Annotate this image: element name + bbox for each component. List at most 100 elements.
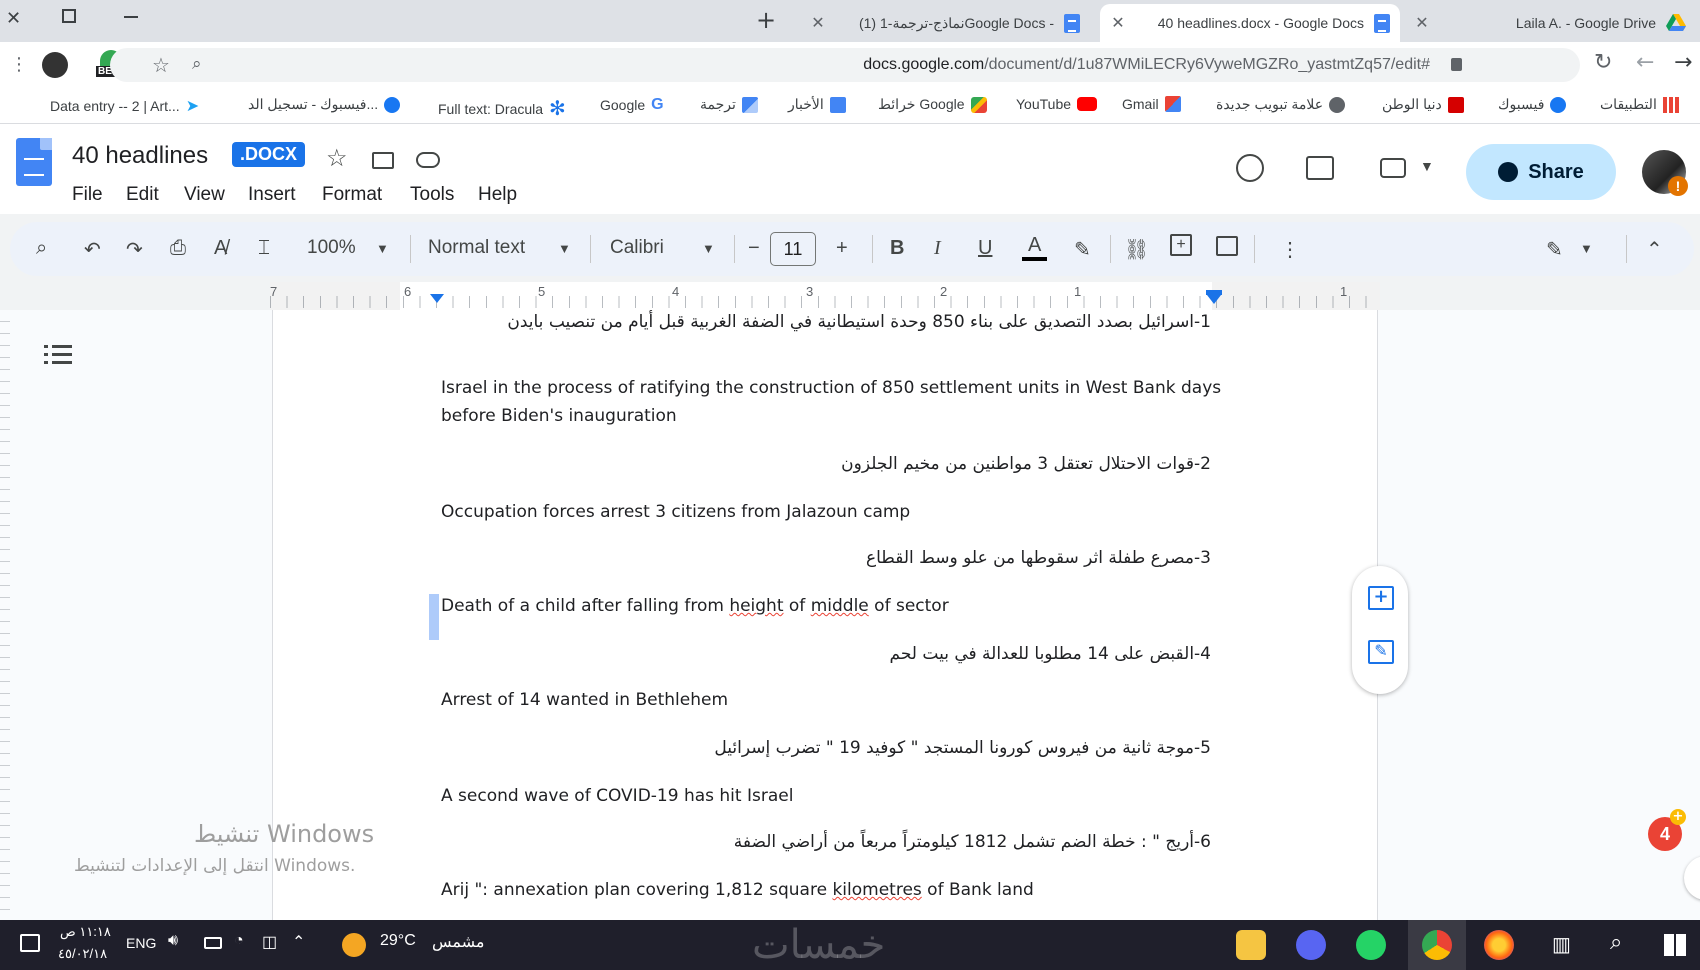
paragraph-ar-5[interactable]: 5-موجة ثانية من فيروس كورونا المستجد " ك… bbox=[714, 734, 1211, 762]
add-comment-icon[interactable]: + bbox=[1368, 586, 1394, 610]
file-explorer-icon[interactable] bbox=[1236, 930, 1266, 960]
weather-text[interactable]: مشمس bbox=[432, 932, 485, 952]
forward-arrow-icon[interactable]: → bbox=[1674, 50, 1692, 75]
bold-button[interactable]: B bbox=[890, 237, 904, 260]
spelling-suggestion[interactable]: middle bbox=[811, 596, 869, 616]
bookmark-donya-alwatan[interactable]: دنيا الوطن bbox=[1382, 96, 1464, 113]
paragraph-en-4[interactable]: Arrest of 14 wanted in Bethlehem bbox=[441, 686, 728, 714]
font-size-input[interactable]: 11 bbox=[770, 232, 816, 266]
menu-format[interactable]: Format bbox=[322, 184, 382, 206]
tab-close-icon[interactable]: ✕ bbox=[1414, 13, 1430, 33]
document-title[interactable]: 40 headlines bbox=[72, 142, 208, 170]
style-select[interactable]: Normal text bbox=[428, 237, 525, 259]
left-indent-marker-icon[interactable] bbox=[430, 294, 444, 303]
spelling-suggestion[interactable]: kilometres bbox=[832, 880, 921, 900]
volume-icon[interactable]: 🔊︎ bbox=[168, 932, 178, 950]
menu-file[interactable]: File bbox=[72, 184, 103, 206]
bookmark-translate[interactable]: ترجمة bbox=[700, 96, 758, 113]
paragraph-en-5[interactable]: A second wave of COVID-19 has hit Israel bbox=[441, 782, 793, 810]
collapse-menus-icon[interactable]: ⌃ bbox=[1646, 237, 1663, 262]
discord-icon[interactable] bbox=[1296, 930, 1326, 960]
tab-docs-translation[interactable]: ✕ نماذج-ترجمة-1 (1)Google Docs - bbox=[800, 4, 1090, 42]
paint-format-icon[interactable]: ⌶ bbox=[258, 237, 270, 260]
notifications-icon[interactable] bbox=[20, 934, 40, 952]
paragraph-ar-2[interactable]: 2-قوات الاحتلال تعتقل 3 مواطنين من مخيم … bbox=[841, 450, 1211, 478]
meet-camera-icon[interactable] bbox=[1380, 158, 1406, 178]
bookmark-google[interactable]: Google G bbox=[600, 96, 664, 114]
more-options-icon[interactable]: ⋮ bbox=[1280, 237, 1300, 262]
bookmark-facebook[interactable]: فيسبوك bbox=[1498, 96, 1567, 113]
paragraph-en-6[interactable]: Arij ": annexation plan covering 1,812 s… bbox=[441, 876, 1034, 904]
menu-insert[interactable]: Insert bbox=[248, 184, 296, 206]
close-window-icon[interactable]: ✕ bbox=[6, 8, 21, 29]
paragraph-en-1[interactable]: Israel in the process of ratifying the c… bbox=[441, 374, 1221, 402]
increase-font-size-icon[interactable]: + bbox=[836, 237, 848, 260]
tab-google-drive[interactable]: ✕ Laila A. - Google Drive bbox=[1404, 4, 1696, 42]
menu-help[interactable]: Help bbox=[478, 184, 517, 206]
paragraph-ar-4[interactable]: 4-القبض على 14 مطلوبا للعدالة في بيت لحم bbox=[890, 640, 1211, 668]
weather-temp[interactable]: 29°C bbox=[380, 932, 416, 950]
bookmark-news[interactable]: الأخبار bbox=[788, 96, 846, 113]
meet-now-icon[interactable]: ◫ bbox=[262, 932, 277, 952]
paragraph-en-1b[interactable]: before Biden's inauguration bbox=[441, 402, 677, 430]
zoom-chevron-icon[interactable]: ▼ bbox=[376, 241, 389, 256]
insert-image-icon[interactable] bbox=[1216, 236, 1238, 256]
style-chevron-icon[interactable]: ▼ bbox=[558, 241, 571, 256]
reload-icon[interactable]: ↻ bbox=[1594, 50, 1612, 75]
google-docs-logo-icon[interactable] bbox=[16, 138, 52, 186]
show-hidden-icons-icon[interactable]: ⌃ bbox=[292, 932, 305, 952]
share-button[interactable]: Share bbox=[1466, 144, 1616, 200]
version-history-icon[interactable] bbox=[1236, 154, 1264, 182]
task-view-icon[interactable]: ▥ bbox=[1552, 932, 1571, 957]
wifi-icon[interactable]: ◔ bbox=[234, 932, 244, 950]
decrease-font-size-icon[interactable]: − bbox=[748, 237, 760, 260]
new-tab-button[interactable]: + bbox=[756, 6, 776, 34]
tab-close-icon[interactable]: ✕ bbox=[810, 13, 826, 33]
undo-icon[interactable]: ↶ bbox=[84, 237, 101, 262]
chrome-icon[interactable] bbox=[1422, 930, 1452, 960]
battery-icon[interactable] bbox=[204, 937, 222, 949]
clock-date[interactable]: ٤٥/٠٢/١٨ bbox=[58, 946, 107, 962]
weather-sun-icon[interactable] bbox=[342, 933, 366, 957]
font-chevron-icon[interactable]: ▼ bbox=[702, 241, 715, 256]
document-outline-icon[interactable] bbox=[44, 344, 72, 366]
paragraph-en-3[interactable]: Death of a child after falling from heig… bbox=[441, 592, 949, 620]
restore-window-icon[interactable] bbox=[62, 9, 76, 23]
chevron-down-icon[interactable]: ▼ bbox=[1420, 158, 1434, 174]
bookmark-star-icon[interactable]: ☆ bbox=[152, 53, 170, 78]
address-bar[interactable]: ☆ ⌕ docs.google.com/document/d/1u87WMiLE… bbox=[110, 48, 1580, 82]
font-select[interactable]: Calibri bbox=[610, 237, 664, 259]
print-icon[interactable]: ⎙ bbox=[170, 237, 186, 260]
spellcheck-icon[interactable]: A̸ bbox=[214, 237, 227, 260]
spelling-suggestion[interactable]: height bbox=[729, 596, 783, 616]
menu-view[interactable]: View bbox=[184, 184, 225, 206]
star-icon[interactable]: ☆ bbox=[326, 144, 348, 173]
suggest-edits-icon[interactable]: ✎ bbox=[1368, 640, 1394, 664]
bookmark-dracula[interactable]: Full text: Dracula ✻ bbox=[438, 96, 566, 121]
editing-mode-pencil-icon[interactable]: ✎ bbox=[1546, 237, 1563, 262]
right-indent-arrow-icon[interactable] bbox=[1207, 295, 1221, 304]
bookmark-apps[interactable]: التطبيقات bbox=[1600, 96, 1679, 113]
clock-time[interactable]: ١١:١٨ ص bbox=[60, 924, 111, 940]
firefox-icon[interactable] bbox=[1484, 930, 1514, 960]
lock-icon[interactable] bbox=[1451, 58, 1462, 71]
input-language[interactable]: ENG bbox=[126, 935, 156, 951]
bookmark-google-maps[interactable]: خرائط Google bbox=[878, 96, 987, 113]
bookmark-new-tab[interactable]: علامة تبويب جديدة bbox=[1216, 96, 1346, 113]
editing-mode-chevron-icon[interactable]: ▼ bbox=[1580, 241, 1593, 256]
tab-40-headlines[interactable]: ✕ 40 headlines.docx - Google Docs bbox=[1100, 4, 1400, 42]
add-comment-icon[interactable]: + bbox=[1170, 234, 1192, 256]
profile-avatar[interactable] bbox=[42, 52, 68, 78]
paragraph-ar-6[interactable]: 6-أريج " : خطة الضم تشمل 1812 كيلومتراً … bbox=[734, 828, 1211, 856]
side-panel-toggle-icon[interactable] bbox=[1684, 856, 1700, 900]
search-menus-icon[interactable]: ⌕ bbox=[36, 237, 47, 260]
menu-dots-icon[interactable]: ⋮ bbox=[10, 54, 28, 75]
bookmark-data-entry[interactable]: Data entry -- 2 | Art... ➤ bbox=[50, 96, 199, 116]
windows-start-icon[interactable] bbox=[1664, 934, 1686, 956]
highlight-pen-icon[interactable]: ✎ bbox=[1074, 237, 1091, 262]
bookmark-youtube[interactable]: YouTube bbox=[1016, 96, 1098, 112]
cloud-status-icon[interactable] bbox=[416, 152, 440, 168]
whatsapp-icon[interactable] bbox=[1356, 930, 1386, 960]
back-arrow-icon[interactable]: ← bbox=[1636, 50, 1654, 75]
text-color-button[interactable]: A bbox=[1022, 234, 1048, 261]
